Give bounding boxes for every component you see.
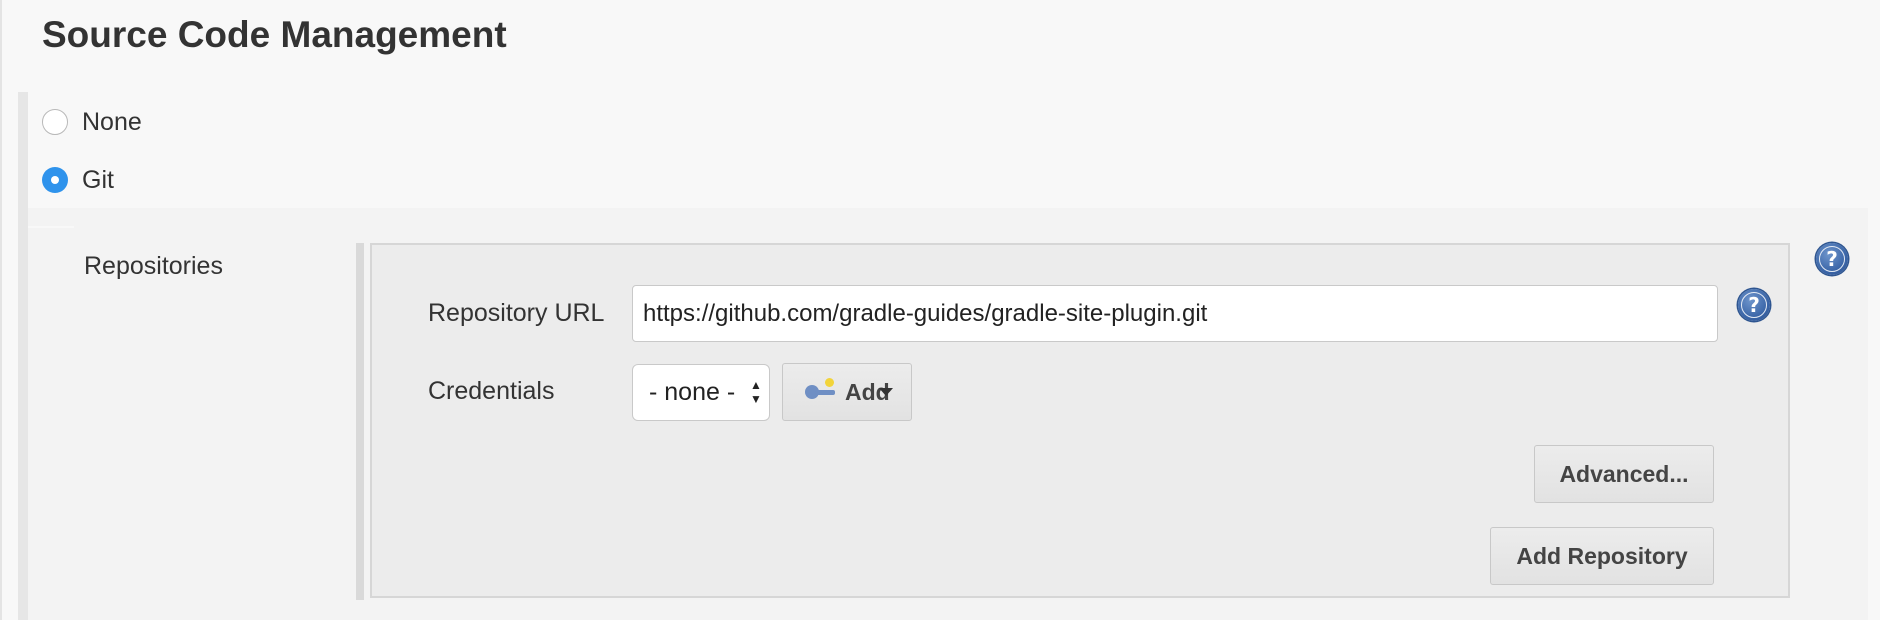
radio-git[interactable]: Git [42, 164, 114, 196]
radio-none[interactable]: None [42, 106, 142, 138]
add-repository-button[interactable]: Add Repository [1490, 527, 1714, 585]
radio-git-button[interactable] [42, 167, 68, 193]
help-icon-glyph: ? [1826, 247, 1838, 271]
repository-url-help-glyph: ? [1748, 293, 1760, 317]
chevron-down-icon [879, 388, 893, 396]
repository-url-label: Repository URL [428, 299, 605, 327]
help-icon[interactable]: ? [1816, 243, 1848, 275]
page-left-border [0, 0, 2, 620]
select-arrows-icon: ▲ ▼ [750, 378, 762, 406]
add-credentials-button[interactable]: Add [782, 363, 912, 421]
repository-url-input[interactable] [632, 285, 1718, 342]
repository-indent-bar [356, 243, 364, 600]
radio-git-label: Git [82, 165, 114, 194]
key-icon [805, 378, 837, 402]
repositories-label: Repositories [84, 252, 223, 280]
radio-none-button[interactable] [42, 109, 68, 135]
repository-url-help-icon[interactable]: ? [1738, 289, 1770, 321]
section-title: Source Code Management [42, 14, 507, 55]
advanced-button[interactable]: Advanced... [1534, 445, 1714, 503]
credentials-select[interactable]: - none - ▲ ▼ [632, 364, 770, 421]
credentials-select-value: - none - [649, 378, 736, 406]
section-indent-bar [18, 92, 28, 620]
credentials-label: Credentials [428, 377, 555, 405]
radio-none-label: None [82, 107, 142, 136]
git-panel-notch [28, 226, 74, 228]
